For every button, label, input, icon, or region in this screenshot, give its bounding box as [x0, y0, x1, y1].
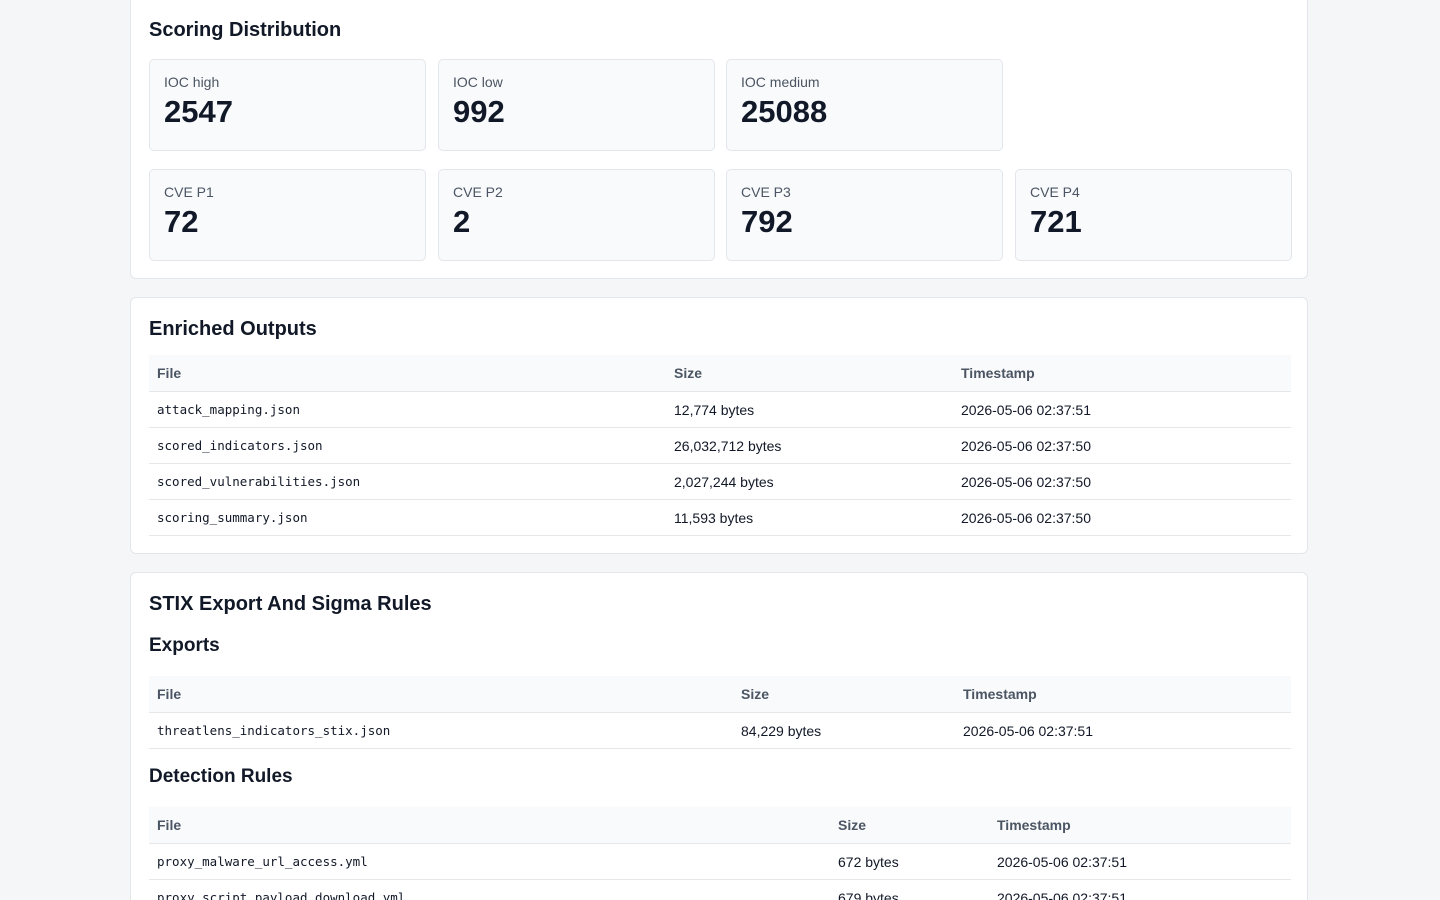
metric-label: CVE P4 — [1030, 184, 1080, 200]
metric-card-cve-p1: CVE P1 72 — [149, 169, 426, 261]
size-cell: 672 bytes — [830, 843, 989, 880]
table-row[interactable]: threatlens_indicators_stix.json 84,229 b… — [149, 712, 1291, 749]
metric-value: 792 — [741, 204, 793, 239]
metric-card-ioc-high: IOC high 2547 — [149, 59, 426, 151]
metric-card-ioc-medium: IOC medium 25088 — [726, 59, 1003, 151]
exports-heading: Exports — [149, 635, 220, 656]
file-name-cell: scored_indicators.json — [149, 427, 666, 464]
column-header-file[interactable]: File — [149, 355, 666, 392]
metric-card-ioc-low: IOC low 992 — [438, 59, 715, 151]
column-header-timestamp[interactable]: Timestamp — [953, 355, 1291, 392]
column-header-size[interactable]: Size — [830, 807, 989, 844]
detection-rules-table: File Size Timestamp proxy_malware_url_ac… — [149, 807, 1291, 900]
file-name-cell: proxy_script_payload_download.yml — [149, 879, 830, 900]
column-header-file[interactable]: File — [149, 676, 733, 713]
metric-card-cve-p4: CVE P4 721 — [1015, 169, 1292, 261]
scoring-distribution-card: Scoring Distribution IOC high 2547 IOC l… — [130, 0, 1308, 279]
metric-value: 992 — [453, 94, 505, 129]
metric-label: CVE P2 — [453, 184, 503, 200]
enriched-outputs-table: File Size Timestamp attack_mapping.json … — [149, 355, 1291, 536]
timestamp-cell: 2026-05-06 02:37:51 — [953, 391, 1291, 428]
file-name-cell: proxy_malware_url_access.yml — [149, 843, 830, 880]
metric-value: 2 — [453, 204, 471, 239]
file-name-cell: scored_vulnerabilities.json — [149, 463, 666, 500]
table-row[interactable]: scored_vulnerabilities.json 2,027,244 by… — [149, 463, 1291, 500]
file-name-cell: attack_mapping.json — [149, 391, 666, 428]
timestamp-cell: 2026-05-06 02:37:51 — [989, 879, 1291, 900]
column-header-size[interactable]: Size — [666, 355, 953, 392]
size-cell: 2,027,244 bytes — [666, 463, 953, 500]
file-name-cell: threatlens_indicators_stix.json — [149, 712, 733, 749]
metric-label: CVE P1 — [164, 184, 214, 200]
metric-card-cve-p2: CVE P2 2 — [438, 169, 715, 261]
stix-export-card: STIX Export And Sigma Rules Exports File… — [130, 572, 1308, 900]
file-name-cell: scoring_summary.json — [149, 499, 666, 536]
table-row[interactable]: scored_indicators.json 26,032,712 bytes … — [149, 427, 1291, 464]
metric-card-cve-p3: CVE P3 792 — [726, 169, 1003, 261]
column-header-timestamp[interactable]: Timestamp — [955, 676, 1291, 713]
timestamp-cell: 2026-05-06 02:37:50 — [953, 463, 1291, 500]
timestamp-cell: 2026-05-06 02:37:50 — [953, 427, 1291, 464]
section-title: STIX Export And Sigma Rules — [149, 593, 432, 615]
exports-table: File Size Timestamp threatlens_indicator… — [149, 676, 1291, 749]
column-header-file[interactable]: File — [149, 807, 830, 844]
metric-value: 25088 — [741, 94, 828, 129]
timestamp-cell: 2026-05-06 02:37:51 — [955, 712, 1291, 749]
table-row[interactable]: scoring_summary.json 11,593 bytes 2026-0… — [149, 499, 1291, 536]
size-cell: 679 bytes — [830, 879, 989, 900]
section-title: Enriched Outputs — [149, 318, 317, 340]
size-cell: 26,032,712 bytes — [666, 427, 953, 464]
table-row[interactable]: proxy_script_payload_download.yml 679 by… — [149, 879, 1291, 900]
section-title: Scoring Distribution — [149, 19, 342, 41]
metric-label: IOC low — [453, 74, 503, 90]
metric-label: IOC high — [164, 74, 220, 90]
table-header-row: File Size Timestamp — [149, 807, 1291, 844]
enriched-outputs-card: Enriched Outputs File Size Timestamp att… — [130, 297, 1308, 554]
detection-rules-heading: Detection Rules — [149, 766, 293, 787]
page: Scoring Distribution IOC high 2547 IOC l… — [0, 0, 1440, 900]
timestamp-cell: 2026-05-06 02:37:50 — [953, 499, 1291, 536]
metric-label: IOC medium — [741, 74, 820, 90]
metric-value: 72 — [164, 204, 199, 239]
metric-value: 721 — [1030, 204, 1082, 239]
table-row[interactable]: proxy_malware_url_access.yml 672 bytes 2… — [149, 843, 1291, 880]
size-cell: 12,774 bytes — [666, 391, 953, 428]
metric-value: 2547 — [164, 94, 233, 129]
size-cell: 84,229 bytes — [733, 712, 955, 749]
metric-label: CVE P3 — [741, 184, 791, 200]
timestamp-cell: 2026-05-06 02:37:51 — [989, 843, 1291, 880]
table-header-row: File Size Timestamp — [149, 355, 1291, 392]
size-cell: 11,593 bytes — [666, 499, 953, 536]
column-header-size[interactable]: Size — [733, 676, 955, 713]
table-row[interactable]: attack_mapping.json 12,774 bytes 2026-05… — [149, 391, 1291, 428]
column-header-timestamp[interactable]: Timestamp — [989, 807, 1291, 844]
table-header-row: File Size Timestamp — [149, 676, 1291, 713]
